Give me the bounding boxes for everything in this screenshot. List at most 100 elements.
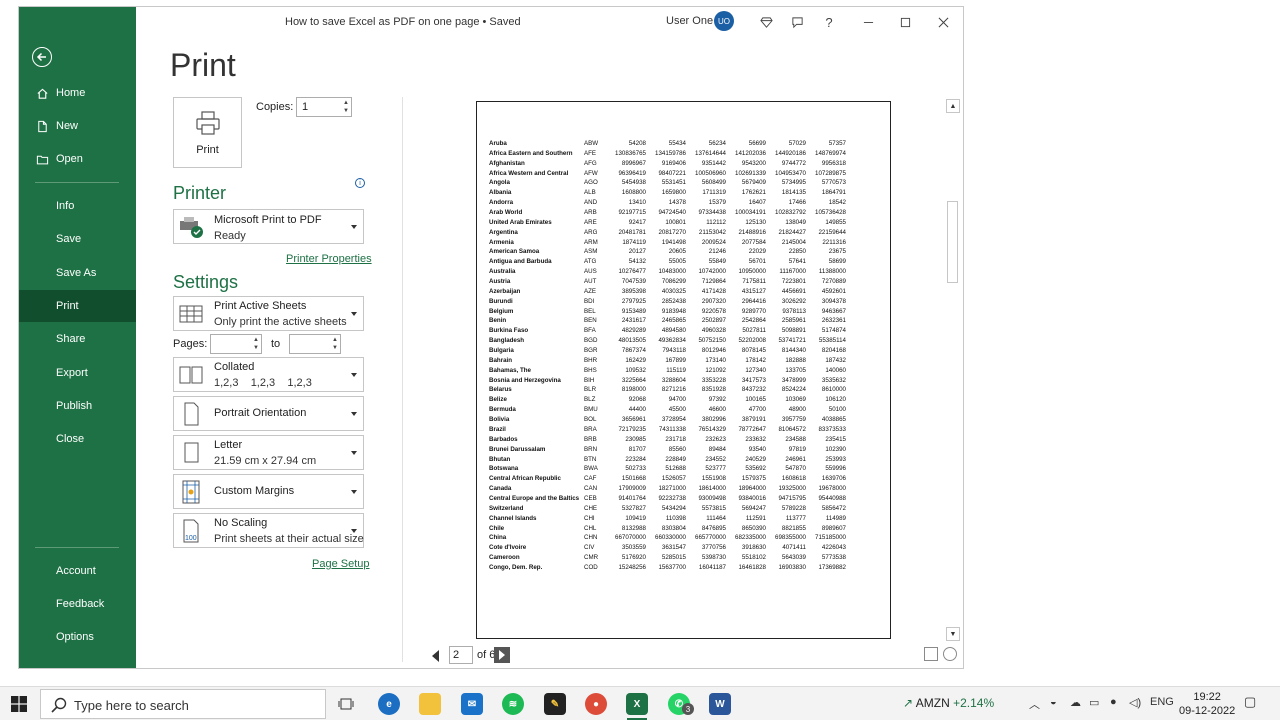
table-row: Albania ALB 1608800 1659800 1711319 1762621 18… [489,188,846,198]
show-hidden-icons-icon[interactable]: ︿ [1029,696,1040,712]
table-cell-code: BRB [584,435,597,443]
user-name[interactable]: User One [666,15,713,27]
language-indicator[interactable]: ENG [1150,696,1174,708]
printer-icon [195,110,220,135]
scaling-dropdown[interactable]: 100 No Scaling Print sheets at their act… [173,513,364,548]
info-icon[interactable]: i [355,178,365,188]
sidebar-item-open[interactable]: Open [19,144,136,174]
table-cell-value: 8303804 [661,524,686,532]
table-cell-value: 21488916 [738,228,766,236]
printer-dropdown[interactable]: Microsoft Print to PDF Ready [173,209,364,244]
notifications-icon[interactable]: ▢ [1244,694,1256,710]
margins-dropdown[interactable]: Custom Margins [173,474,364,509]
word-icon[interactable]: W [709,693,731,715]
excel-icon[interactable]: X [626,693,648,715]
table-cell-code: AFE [584,149,597,157]
sidebar-item-info[interactable]: Info [19,191,136,221]
windows-start-icon[interactable] [11,696,27,712]
table-cell-value: 93840016 [738,494,766,502]
print-button[interactable]: Print [173,97,242,168]
table-row: China CHN 667070000 660330000 665770000 68233… [489,533,846,543]
sidebar-item-export[interactable]: Export [19,358,136,388]
stepper-arrows-icon[interactable]: ▲ ▼ [343,99,349,115]
cloud-icon[interactable]: ☁ [1070,696,1081,709]
orientation-dropdown[interactable]: Portrait Orientation [173,396,364,431]
table-cell-value: 109532 [625,366,646,374]
collation-dropdown[interactable]: Collated 1,2,3 1,2,3 1,2,3 [173,357,364,392]
scroll-thumb[interactable] [947,201,958,283]
close-icon[interactable] [934,13,952,31]
stepper-arrows-icon[interactable]: ▲ ▼ [332,336,338,352]
table-cell-value: 57357 [828,140,846,147]
feedback-icon[interactable] [788,13,806,31]
maximize-icon[interactable] [896,13,914,31]
sidebar-item-new[interactable]: New [19,111,136,141]
sidebar-item-publish[interactable]: Publish [19,391,136,421]
scroll-up-icon[interactable]: ▲ [946,99,960,113]
page-setup-link[interactable]: Page Setup [312,558,370,570]
edge-browser-icon[interactable]: e [378,693,400,715]
back-button[interactable] [32,47,52,67]
help-icon[interactable]: ? [820,13,838,31]
taskbar-search-input[interactable]: Type here to search [40,689,326,719]
current-page-input[interactable]: 2 [449,646,473,664]
sidebar-item-print[interactable]: Print [19,290,136,322]
sidebar-item-account[interactable]: Account [19,556,136,586]
sidebar-item-feedback[interactable]: Feedback [19,589,136,619]
table-row: Bosnia and Herzegovina BIH 3225664 3288604 3… [489,376,846,386]
pages-from-input[interactable]: ▲ ▼ [210,334,262,354]
scroll-down-icon[interactable]: ▼ [946,627,960,641]
clock[interactable]: 19:22 09-12-2022 [1179,690,1235,718]
stepper-arrows-icon[interactable]: ▲ ▼ [253,336,259,352]
next-page-button[interactable] [494,647,510,663]
sidebar-item-home[interactable]: Home [19,78,136,108]
previous-page-icon[interactable] [432,650,439,662]
table-cell-code: BRA [584,425,597,433]
table-cell-value: 20481781 [618,228,646,236]
table-cell-value: 144920186 [775,149,806,157]
table-cell-value: 55385114 [818,337,846,345]
desktop-background-left [0,0,19,686]
sidebar-item-options[interactable]: Options [19,622,136,652]
table-cell-value: 45500 [668,406,686,414]
network-icon[interactable]: ◒ [1050,696,1057,708]
table-cell-name: China [489,534,507,542]
table-cell-value: 22850 [788,248,806,256]
table-row: Bermuda BMU 44400 45500 46600 47700 48900 50100 [489,405,846,415]
table-cell-value: 11388000 [818,268,846,276]
stock-widget[interactable]: ↗ AMZN +2.14% [903,696,994,710]
paper-size-dropdown[interactable]: Letter 21.59 cm x 27.94 cm [173,435,364,470]
table-cell-name: Bahrain [489,356,513,364]
preview-scrollbar[interactable]: ▲ ▼ [946,99,960,641]
microphone-icon[interactable]: ● [1110,696,1117,708]
sidebar-item-save-as[interactable]: Save As [19,258,136,288]
copies-stepper[interactable]: 1 ▲ ▼ [296,97,352,117]
diamond-icon[interactable] [757,13,775,31]
table-cell-value: 127340 [745,366,766,374]
battery-icon[interactable]: ▭ [1089,696,1099,709]
table-cell-value: 2145004 [781,238,806,246]
avatar[interactable]: UO [714,11,734,31]
sidebar-item-share[interactable]: Share [19,324,136,354]
minimize-icon[interactable] [859,13,877,31]
volume-icon[interactable]: ◁) [1129,696,1141,709]
sidebar-item-close[interactable]: Close [19,424,136,454]
table-cell-value: 1874119 [622,238,646,246]
printer-properties-link[interactable]: Printer Properties [286,253,372,265]
pages-to-input[interactable]: ▲ ▼ [289,334,341,354]
file-explorer-icon[interactable] [419,693,441,715]
zoom-to-page-icon[interactable] [943,647,957,661]
chrome-icon[interactable]: ● [585,693,607,715]
task-view-icon[interactable] [336,693,358,715]
mail-icon[interactable]: ✉ [461,693,483,715]
spotify-icon[interactable]: ≋ [502,693,524,715]
table-cell-value: 21153042 [698,228,726,236]
sidebar-item-save[interactable]: Save [19,224,136,254]
table-cell-value: 182888 [785,356,806,364]
table-cell-name: Canada [489,485,512,493]
print-what-dropdown[interactable]: Print Active Sheets Only print the activ… [173,296,364,331]
sticky-notes-icon[interactable]: ✎ [544,693,566,715]
table-cell-name: Cote d'Ivoire [489,544,527,552]
show-margins-icon[interactable] [924,647,938,661]
table-cell-value: 1711319 [702,189,726,197]
